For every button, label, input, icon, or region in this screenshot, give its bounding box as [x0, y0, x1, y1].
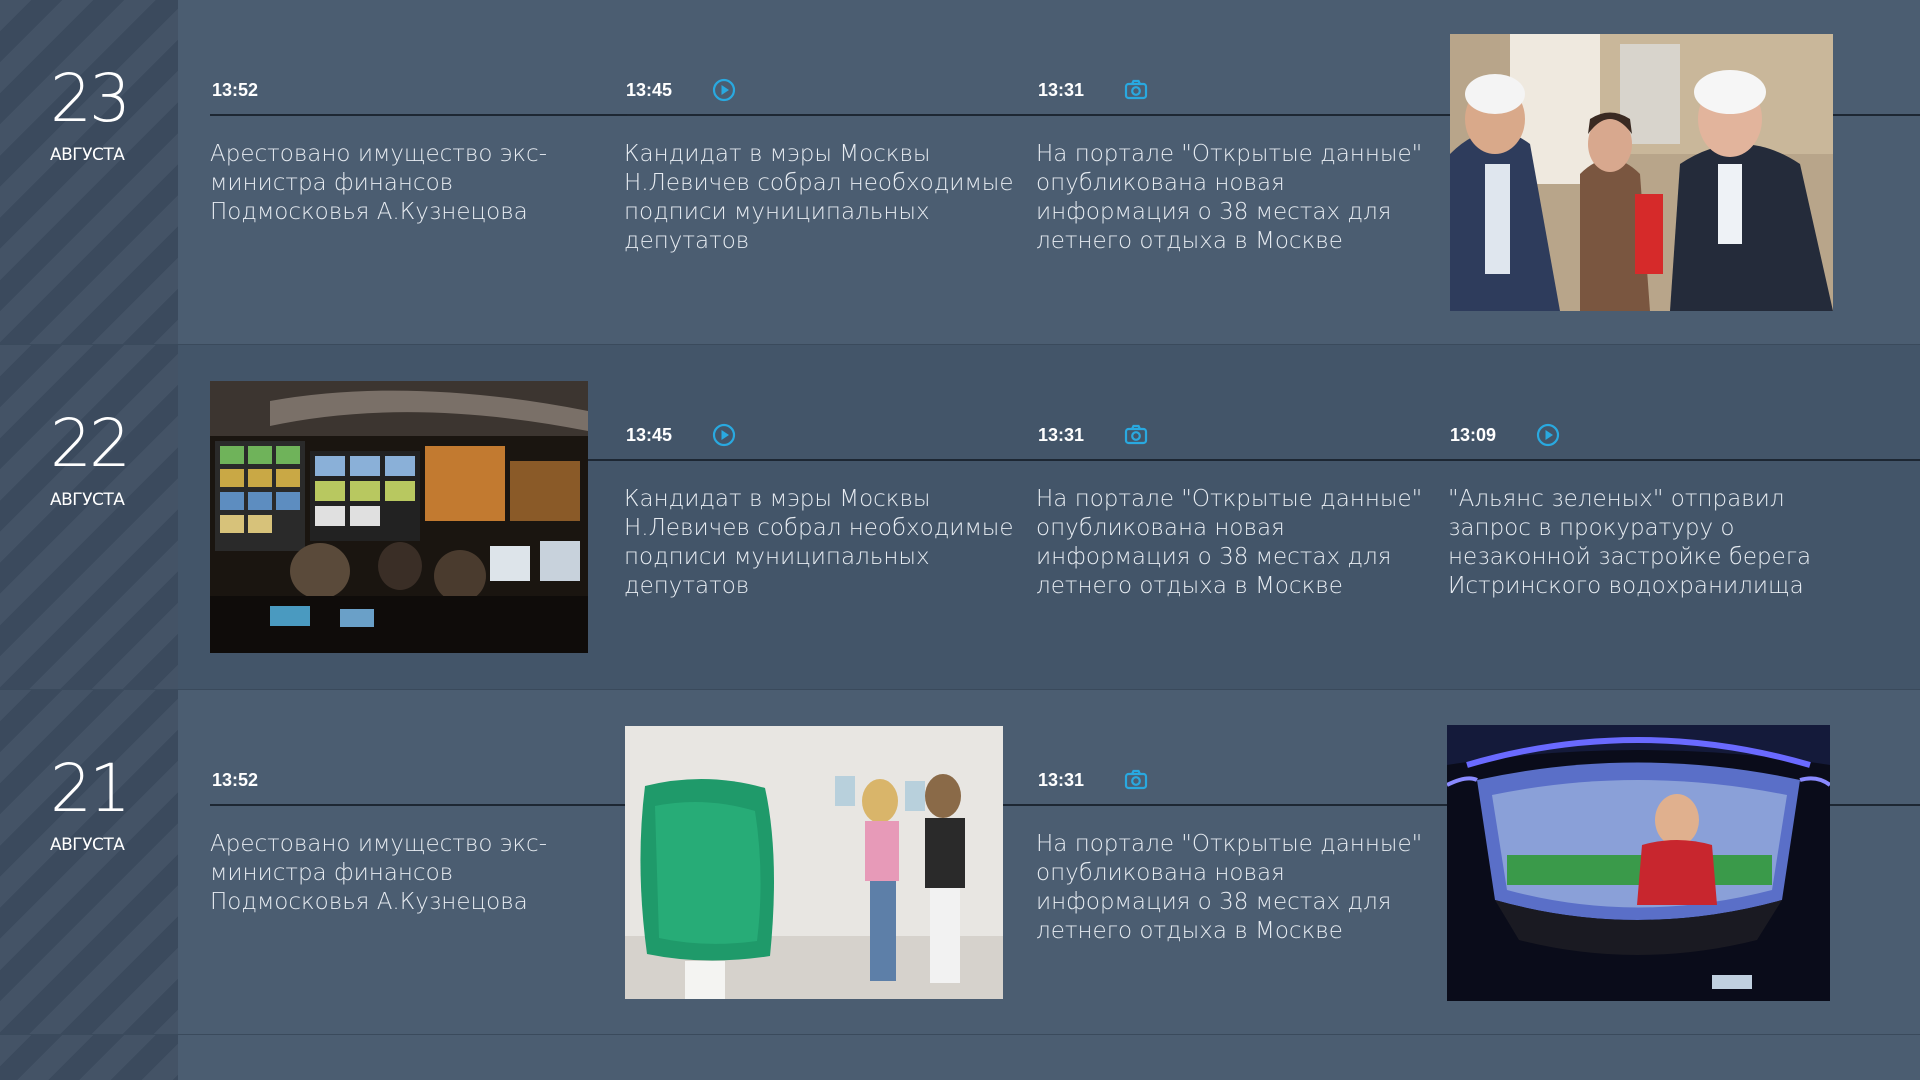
news-time: 13:45	[626, 425, 673, 445]
news-item[interactable]: 13:31 На портале "Открытые данные" опубл…	[1036, 345, 1422, 689]
news-item[interactable]: 13:45 Кандидат в мэры Москвы Н.Левичев с…	[624, 345, 1014, 689]
news-time: 13:31	[1038, 80, 1085, 100]
news-time: 13:45	[626, 80, 673, 100]
date-day-number: 22	[50, 405, 131, 482]
news-title[interactable]: На портале "Открытые данные" опубликован…	[1036, 830, 1436, 946]
news-photo-officials[interactable]	[1450, 34, 1833, 311]
news-item[interactable]: 13:52 Арестовано имущество экс-министра …	[210, 690, 580, 1034]
news-title[interactable]: Кандидат в мэры Москвы Н.Левичев собрал …	[624, 140, 1024, 256]
news-title[interactable]: На портале "Открытые данные" опубликован…	[1036, 140, 1436, 256]
news-item[interactable]: 13:09 "Альянс зеленых" отправил запрос в…	[1448, 345, 1818, 689]
day-row-partial	[0, 1035, 1920, 1080]
date-month: АВГУСТА	[50, 145, 125, 165]
camera-icon	[1124, 769, 1148, 790]
news-time: 13:09	[1450, 425, 1497, 445]
play-icon	[1536, 423, 1560, 447]
news-time: 13:52	[212, 770, 259, 790]
date-column	[0, 1035, 178, 1080]
news-title[interactable]: "Альянс зеленых" отправил запрос в проку…	[1448, 485, 1848, 601]
news-photo-exhibition[interactable]	[625, 726, 1003, 999]
date-column: 21 АВГУСТА	[0, 690, 178, 1034]
date-day-number: 23	[50, 60, 131, 137]
date-column: 22 АВГУСТА	[0, 345, 178, 689]
news-item[interactable]: 13:45 Кандидат в мэры Москвы Н.Левичев с…	[624, 0, 1014, 344]
play-icon	[712, 423, 736, 447]
date-column: 23 АВГУСТА	[0, 0, 178, 344]
date-month: АВГУСТА	[50, 490, 125, 510]
date-day-number: 21	[50, 750, 131, 827]
news-time: 13:31	[1038, 770, 1085, 790]
date-month: АВГУСТА	[50, 835, 125, 855]
camera-icon	[1124, 79, 1148, 100]
camera-icon	[1124, 424, 1148, 445]
news-photo-control-room[interactable]	[210, 381, 588, 653]
news-photo-arena[interactable]	[1447, 725, 1830, 1001]
news-title[interactable]: Кандидат в мэры Москвы Н.Левичев собрал …	[624, 485, 1024, 601]
day-row-21: 21 АВГУСТА 13:52 Арестовано имущество эк…	[0, 690, 1920, 1034]
news-item[interactable]: 13:31 На портале "Открытые данные" опубл…	[1036, 0, 1422, 344]
news-item[interactable]: 13:31 На портале "Открытые данные" опубл…	[1036, 690, 1422, 1034]
day-row-22: 22 АВГУСТА 13:45 Кандидат в мэры Москвы …	[0, 345, 1920, 689]
news-title[interactable]: На портале "Открытые данные" опубликован…	[1036, 485, 1436, 601]
news-title[interactable]: Арестовано имущество экс-министра финанс…	[210, 140, 610, 227]
news-item[interactable]: 13:52 Арестовано имущество экс-министра …	[210, 0, 580, 344]
news-time: 13:52	[212, 80, 259, 100]
day-row-23: 23 АВГУСТА 13:52 Арестовано имущество эк…	[0, 0, 1920, 344]
news-title[interactable]: Арестовано имущество экс-министра финанс…	[210, 830, 610, 917]
news-time: 13:31	[1038, 425, 1085, 445]
play-icon	[712, 78, 736, 102]
